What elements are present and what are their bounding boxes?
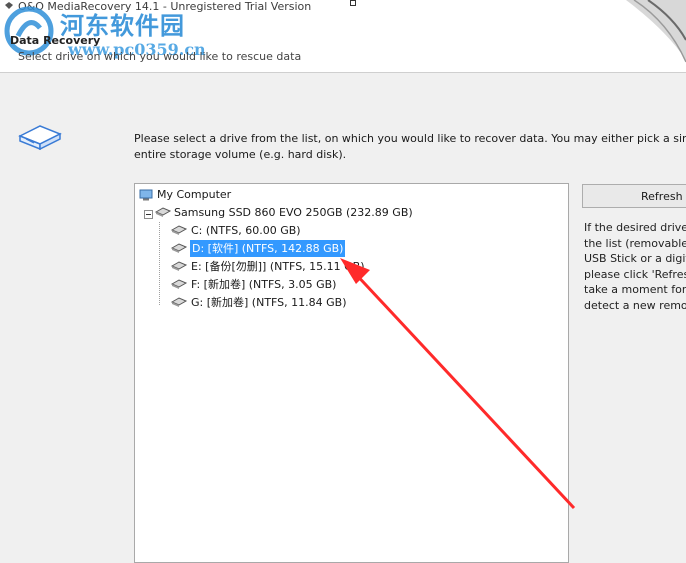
drive-tree[interactable]: My Computer Samsung SSD 860 EVO 250GB (2… bbox=[134, 183, 569, 563]
drive-icon bbox=[18, 125, 62, 150]
instructions-line-2: entire storage volume (e.g. hard disk). bbox=[134, 148, 347, 161]
refresh-button[interactable]: Refresh l bbox=[582, 184, 686, 208]
wizard-header: O&O MediaRecovery 14.1 - Unregistered Tr… bbox=[0, 0, 686, 73]
tree-label: G: [新加卷] (NTFS, 11.84 GB) bbox=[191, 296, 347, 309]
watermark-logo-icon bbox=[4, 6, 54, 56]
tree-label: My Computer bbox=[157, 188, 232, 201]
partition-icon bbox=[171, 297, 187, 307]
side-note-line: USB Stick or a digit bbox=[584, 252, 686, 265]
tree-label: E: [备份[勿删]] (NTFS, 15.11 GB) bbox=[191, 260, 365, 273]
side-note-line: please click 'Refresh bbox=[584, 267, 686, 281]
tree-label: Samsung SSD 860 EVO 250GB (232.89 GB) bbox=[174, 206, 413, 219]
tree-guide-line bbox=[159, 222, 160, 305]
page-title: Data Recovery bbox=[10, 34, 101, 47]
tree-label: F: [新加卷] (NTFS, 3.05 GB) bbox=[191, 278, 337, 291]
page-subtitle: Select drive on which you would like to … bbox=[18, 50, 302, 63]
instructions: Please select a drive from the list, on … bbox=[134, 131, 686, 163]
side-note-line: take a moment for bbox=[584, 283, 686, 296]
partition-icon bbox=[171, 261, 187, 271]
side-note-line: If the desired drive bbox=[584, 221, 686, 234]
collapse-toggle[interactable] bbox=[144, 210, 153, 219]
partition-icon bbox=[171, 279, 187, 289]
side-note-line: detect a new remov bbox=[584, 298, 686, 312]
tree-label: C: (NTFS, 60.00 GB) bbox=[191, 224, 301, 237]
cursor-marker bbox=[350, 0, 356, 6]
instructions-line-1: Please select a drive from the list, on … bbox=[134, 132, 686, 145]
page-curl-decoration bbox=[626, 0, 686, 63]
side-note-line: the list (removable bbox=[584, 236, 686, 250]
computer-icon bbox=[139, 189, 153, 201]
disk-icon bbox=[155, 207, 171, 217]
partition-icon bbox=[171, 225, 187, 235]
partition-icon bbox=[171, 243, 187, 253]
side-note: If the desired drive the list (removable… bbox=[584, 220, 686, 313]
tree-label: D: [软件] (NTFS, 142.88 GB) bbox=[188, 239, 347, 258]
